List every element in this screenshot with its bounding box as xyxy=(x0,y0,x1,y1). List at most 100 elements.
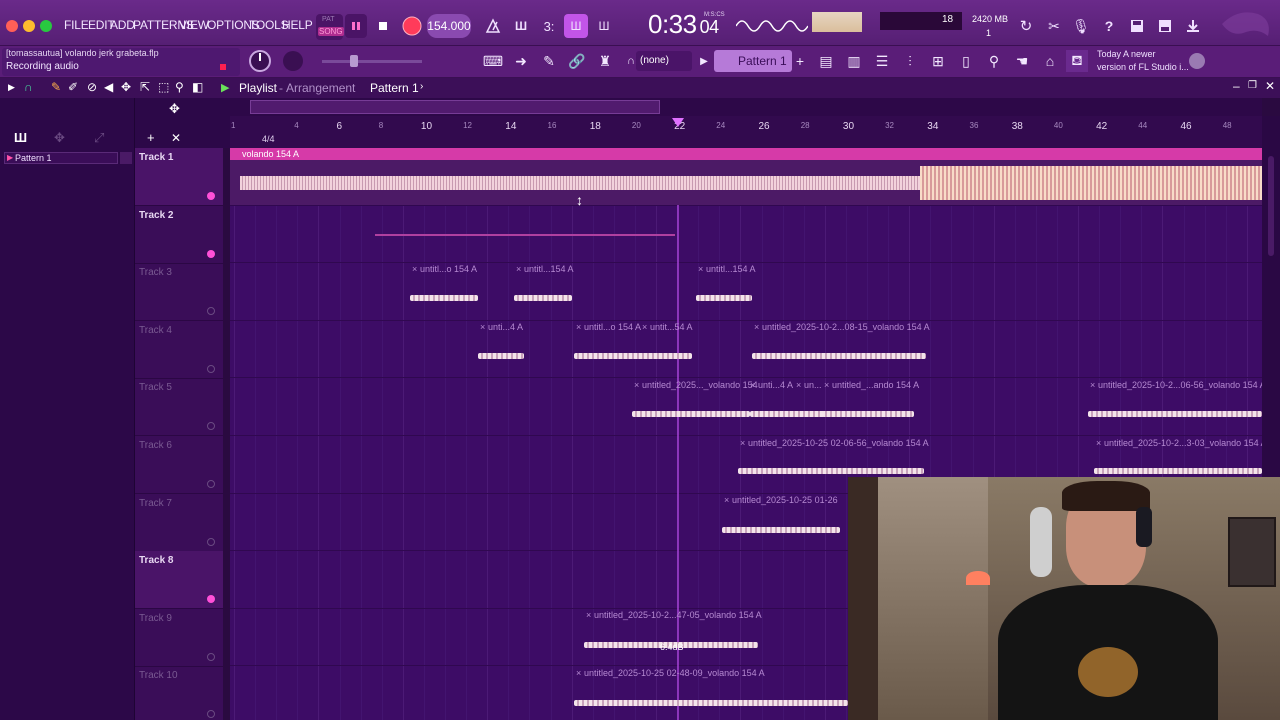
select-tool-icon[interactable]: ⬚ xyxy=(158,80,169,94)
track-header[interactable]: Track 2 xyxy=(135,206,223,264)
zoom-tool-icon[interactable]: ⚲ xyxy=(175,80,184,94)
clip-title[interactable]: untitled_2025-10-25 02-06-56_volando 154… xyxy=(748,438,929,448)
plugin-button[interactable]: ⚲ xyxy=(983,50,1005,72)
playlist-menu-arrow-icon[interactable]: ▶ xyxy=(8,82,15,93)
track-header[interactable]: Track 6 xyxy=(135,436,223,494)
help-button[interactable]: ? xyxy=(1098,14,1120,38)
snap-magnet-icon[interactable]: ∩ xyxy=(24,80,33,94)
link-button[interactable]: 🔗 xyxy=(566,50,588,72)
clip-title[interactable]: unti...4 A xyxy=(758,380,793,390)
clip-close-icon[interactable]: × xyxy=(516,264,521,274)
remove-track-icon[interactable]: ✕ xyxy=(171,131,181,145)
draw-tool-icon[interactable]: ✎ xyxy=(51,80,61,94)
track-header[interactable]: Track 1 xyxy=(135,148,223,206)
pat-song-switch[interactable]: PAT SONG xyxy=(316,14,344,40)
track-header[interactable]: Track 8 xyxy=(135,551,223,610)
countdown-button[interactable]: 3: xyxy=(537,14,561,38)
touch-button[interactable]: ☚ xyxy=(1011,50,1033,72)
clip-title[interactable]: untitl...154 A xyxy=(524,264,574,274)
picker-item[interactable]: ▶ Pattern 1 xyxy=(4,152,118,164)
track-mute-toggle[interactable] xyxy=(207,307,215,316)
clip-close-icon[interactable]: × xyxy=(634,380,639,390)
clip-close-icon[interactable]: × xyxy=(754,322,759,332)
track-mute-toggle[interactable] xyxy=(207,192,215,200)
clip-close-icon[interactable]: × xyxy=(824,380,829,390)
resize-tracks-icon[interactable]: ✥ xyxy=(169,101,180,117)
menu-help[interactable]: HELP xyxy=(282,18,313,32)
clip-title[interactable]: untitled_2025-10-2...3-03_volando 154 A xyxy=(1104,438,1262,448)
close-window-button[interactable] xyxy=(6,20,18,32)
track-mute-toggle[interactable] xyxy=(207,249,215,258)
clip-close-icon[interactable]: × xyxy=(586,610,591,620)
track-mute-toggle[interactable] xyxy=(207,710,215,719)
clip-title[interactable]: untit...54 A xyxy=(650,322,693,332)
clip-title[interactable]: untitled_2025-10-25 02-48-09_volando 154… xyxy=(584,668,765,678)
track-header[interactable]: Track 3 xyxy=(135,263,223,322)
clip-title[interactable]: untitled_2025-10-25 01-26 xyxy=(732,495,838,505)
news-line-2[interactable]: version of FL Studio i... xyxy=(1097,62,1189,72)
undo-button[interactable]: ↻ xyxy=(1015,14,1037,38)
clip-close-icon[interactable]: × xyxy=(480,322,485,332)
snap-selector[interactable]: (none) xyxy=(636,51,692,71)
slice-tool-icon[interactable]: ⇱ xyxy=(140,80,150,94)
clip-close-icon[interactable]: × xyxy=(1096,438,1101,448)
add-pattern-button[interactable]: + xyxy=(792,50,808,72)
piano-roll-button[interactable]: ⌨ xyxy=(482,50,504,72)
overview-strip[interactable] xyxy=(230,98,1262,116)
audio-input-button[interactable]: 🎙 xyxy=(1070,14,1092,38)
tempo-display[interactable]: 154.000 xyxy=(427,14,471,38)
main-pitch-knob[interactable] xyxy=(281,49,305,73)
faders-button[interactable]: ⫶ xyxy=(899,50,921,72)
track-mute-toggle[interactable] xyxy=(207,537,215,546)
download-button[interactable] xyxy=(1182,14,1204,38)
browser-button[interactable]: ⊞ xyxy=(927,50,949,72)
clip-title[interactable]: untitled_...ando 154 A xyxy=(832,380,919,390)
stamp-button[interactable]: ♜ xyxy=(594,50,616,72)
track-header[interactable]: Track 7 xyxy=(135,494,223,552)
loop-record-button[interactable]: Ш xyxy=(592,14,616,38)
playlist-play-icon[interactable]: ▶ xyxy=(221,81,229,94)
clip-close-icon[interactable]: × xyxy=(740,438,745,448)
clip-title[interactable]: untitled_2025-10-2...06-56_volando 154 A xyxy=(1098,380,1262,390)
track-mute-toggle[interactable] xyxy=(207,595,215,604)
pattern-play-button[interactable]: ▶ xyxy=(696,50,712,72)
track-header[interactable]: Track 5 xyxy=(135,378,223,437)
clip-close-icon[interactable]: × xyxy=(412,264,417,274)
track-mute-toggle[interactable] xyxy=(207,422,215,431)
tag-button[interactable]: ⌂ xyxy=(1039,50,1061,72)
clip-title[interactable]: untitl...154 A xyxy=(706,264,756,274)
picker-scrollbar[interactable] xyxy=(120,152,132,164)
clip-title[interactable]: un... xyxy=(804,380,822,390)
clip-close-icon[interactable]: × xyxy=(724,495,729,505)
track-mute-toggle[interactable] xyxy=(207,652,215,661)
clip-close-icon[interactable]: × xyxy=(698,264,703,274)
clip-title[interactable]: untitled_2025..._volando 154 xyxy=(642,380,758,390)
clip-title[interactable]: untitled_2025-10-2...47-05_volando 154 A xyxy=(594,610,762,620)
playlist-pattern[interactable]: Pattern 1 xyxy=(370,81,419,95)
pause-button[interactable] xyxy=(345,14,367,38)
audio-clip[interactable]: volando 154 A xyxy=(230,148,1262,205)
clip-title[interactable]: untitled_2025-10-2...08-15_volando 154 A xyxy=(762,322,930,332)
cut-tool-button[interactable]: ✂ xyxy=(1043,14,1065,38)
metronome-button[interactable] xyxy=(482,14,504,38)
clip-title[interactable]: unti...4 A xyxy=(488,322,523,332)
close-panel-icon[interactable]: ✕ xyxy=(1265,79,1275,93)
menu-file[interactable]: FILE xyxy=(64,18,89,32)
track-mute-toggle[interactable] xyxy=(207,480,215,488)
slip-tool-icon[interactable]: ✥ xyxy=(121,80,131,94)
vertical-scroll-thumb[interactable] xyxy=(1268,156,1274,256)
channel-rack-button[interactable]: ▥ xyxy=(843,50,865,72)
overview-window[interactable] xyxy=(250,100,660,114)
clip-header[interactable]: volando 154 A xyxy=(230,148,1262,160)
menu-view[interactable]: VIEW xyxy=(179,18,209,32)
clip-close-icon[interactable]: × xyxy=(642,322,647,332)
minimize-panel-icon[interactable]: – xyxy=(1233,79,1240,93)
news-line-1[interactable]: Today A newer xyxy=(1097,49,1156,59)
record-button[interactable] xyxy=(400,14,424,38)
clip-title[interactable]: untitl...o 154 A xyxy=(420,264,477,274)
arrow-button[interactable]: ➜ xyxy=(510,50,532,72)
main-volume-knob[interactable] xyxy=(248,49,272,73)
add-track-icon[interactable]: + xyxy=(147,130,155,145)
stop-button[interactable] xyxy=(372,14,394,38)
paint-tool-icon[interactable]: ✐ xyxy=(68,80,78,94)
